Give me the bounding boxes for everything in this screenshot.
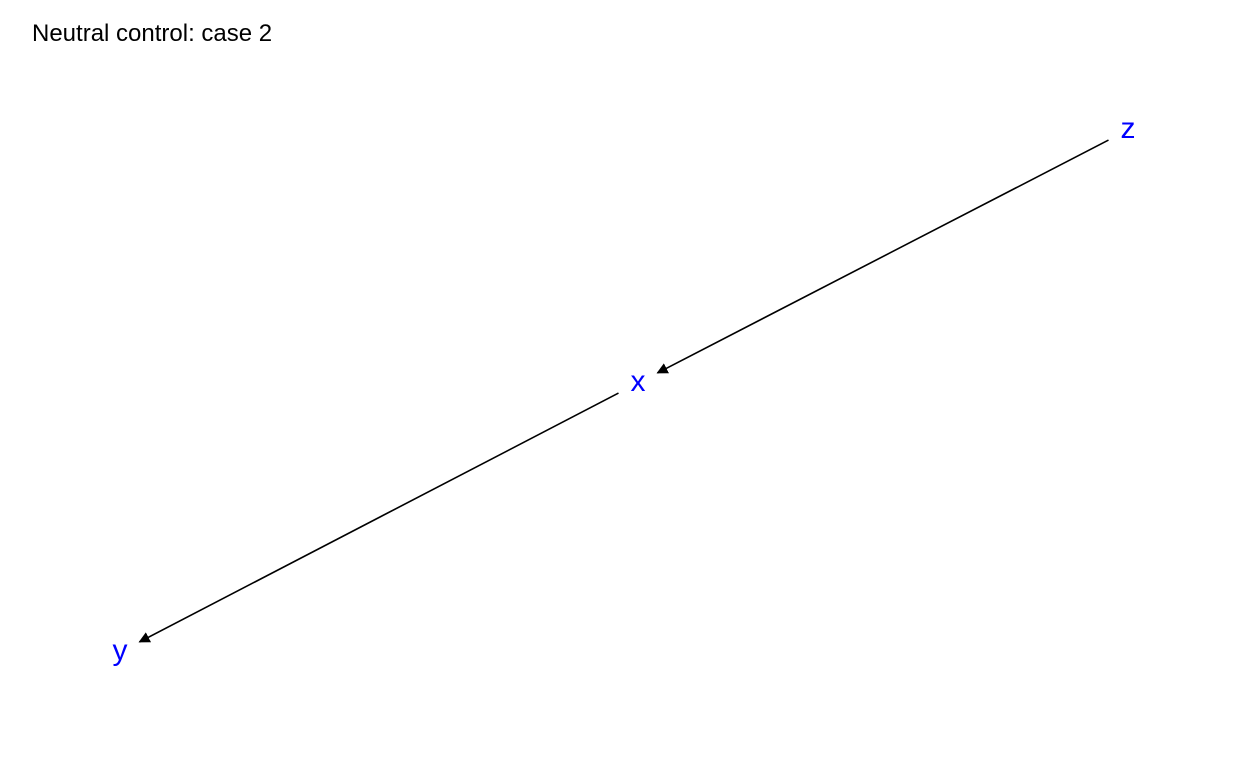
edges-group	[140, 140, 1109, 642]
edge-x-to-y	[140, 393, 619, 642]
diagram-canvas: z x y	[0, 0, 1248, 768]
edge-z-to-x	[658, 140, 1109, 373]
labels-group: z x y	[113, 112, 1136, 667]
node-label-x: x	[631, 365, 646, 398]
node-label-z: z	[1121, 112, 1136, 145]
node-label-y: y	[113, 634, 128, 667]
